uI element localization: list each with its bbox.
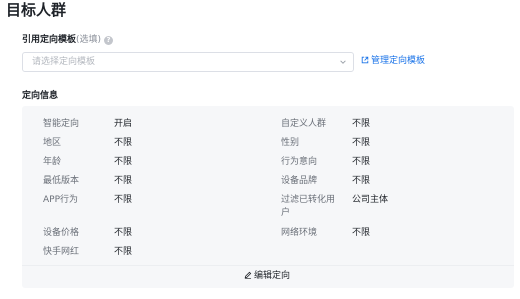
targeting-section-title: 定向信息 [22,91,59,101]
item-key: 智能定向 [43,119,80,129]
item-value: 不限 [352,119,371,129]
template-select-placeholder: 请选择定向模板 [32,57,96,67]
question-circle-icon[interactable]: ? [104,36,114,45]
item-value: 公司主体 [352,195,389,205]
page-title: 目标人群 [6,1,67,19]
item-key: 地区 [43,138,62,148]
external-link-icon [361,56,369,64]
item-key: 性别 [281,138,300,148]
targeting-info-panel: 智能定向 开启 地区 不限 年龄 不限 最低版本 不限 APP行为 不限 设备价… [22,106,514,288]
item-key: 过滤已转化用 [281,195,336,205]
chevron-down-icon [340,60,346,64]
item-key: 行为意向 [281,157,318,167]
template-label: 引用定向模板(选填)? [22,33,114,47]
item-key: 设备品牌 [281,176,318,186]
item-key: 快手网红 [43,247,80,257]
template-select[interactable]: 请选择定向模板 [22,52,354,72]
template-label-text: 引用定向模板 [22,35,77,45]
item-value: 不限 [114,176,133,186]
template-optional-text: (选填) [76,35,102,45]
manage-template-label: 管理定向模板 [371,56,426,66]
edit-targeting-button[interactable]: 编辑定向 [244,270,290,282]
item-value: 不限 [114,228,133,238]
item-value: 不限 [352,228,371,238]
item-key: 自定义人群 [281,119,327,129]
item-key: 年龄 [43,157,62,167]
item-value: 不限 [352,138,371,148]
item-key-continued: 户 [281,208,291,218]
item-value: 不限 [114,157,133,167]
item-key: APP行为 [43,195,79,205]
edit-targeting-label: 编辑定向 [254,271,291,281]
item-key: 最低版本 [43,176,80,186]
pencil-icon [244,271,252,279]
item-value: 不限 [352,176,371,186]
item-key: 网络环境 [281,228,318,238]
item-key: 设备价格 [43,228,80,238]
panel-divider [22,265,514,266]
item-value: 不限 [114,195,133,205]
item-value: 不限 [114,138,133,148]
item-value: 不限 [114,247,133,257]
manage-template-link[interactable]: 管理定向模板 [361,55,425,67]
item-value: 开启 [114,119,133,129]
item-value: 不限 [352,157,371,167]
